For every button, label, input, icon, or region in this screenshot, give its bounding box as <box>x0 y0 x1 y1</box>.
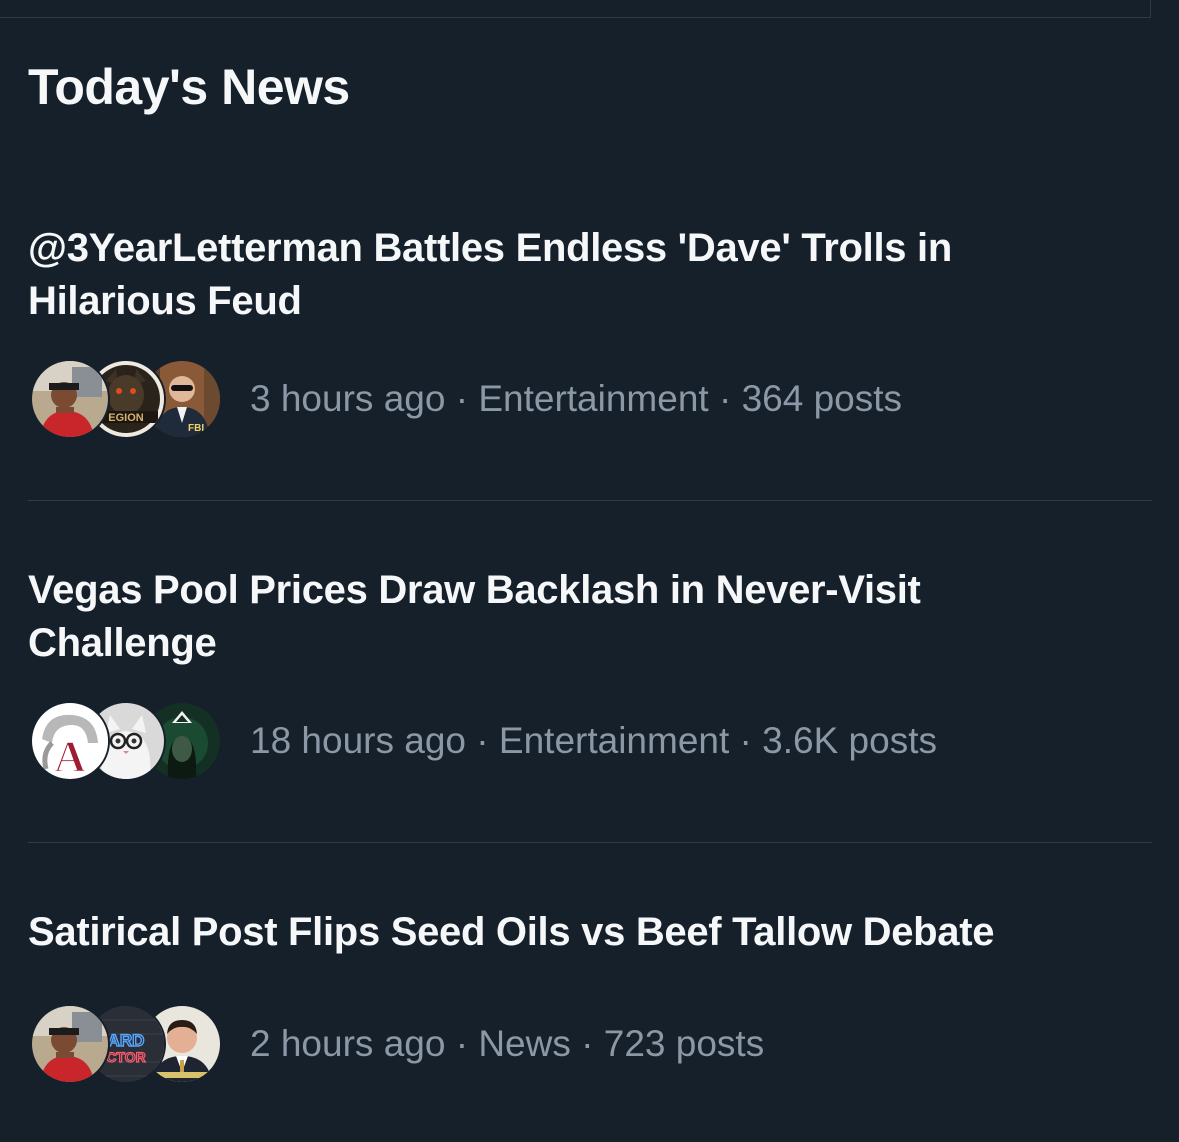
meta-separator: · <box>445 1023 479 1064</box>
avatar <box>30 1004 110 1084</box>
svg-text:ARD: ARD <box>108 1031 145 1050</box>
meta-separator: · <box>466 720 499 761</box>
svg-text:A: A <box>54 732 86 779</box>
avatar-stack: ARD CTOR <box>28 1003 224 1085</box>
meta-separator: · <box>708 378 742 419</box>
avatar: A <box>30 701 110 781</box>
news-category: Entertainment <box>498 720 730 761</box>
news-headline[interactable]: Vegas Pool Prices Draw Backlash in Never… <box>28 564 948 670</box>
top-divider <box>0 17 1151 18</box>
news-meta-row: A 18 hours ago · Entertainment · 3.6K po… <box>28 700 1152 782</box>
news-item-3[interactable]: Satirical Post Flips Seed Oils vs Beef T… <box>28 906 1152 1085</box>
svg-text:FBI: FBI <box>188 423 204 434</box>
item-divider <box>28 500 1152 501</box>
news-meta-row: EGION FBI 3 hours ago · Entertainment · … <box>28 358 1152 440</box>
avatar-stack: A <box>28 700 224 782</box>
news-post-count: 723 posts <box>603 1023 765 1064</box>
news-category: Entertainment <box>478 378 709 419</box>
item-divider <box>28 842 1152 843</box>
svg-text:CTOR: CTOR <box>106 1049 145 1065</box>
news-meta: 2 hours ago · News · 723 posts <box>250 1023 764 1065</box>
news-item-1[interactable]: @3YearLetterman Battles Endless 'Dave' T… <box>28 222 1152 440</box>
meta-separator: · <box>445 378 479 419</box>
side-divider <box>1150 0 1151 17</box>
news-meta-row: ARD CTOR 2 hours ago · News · 723 posts <box>28 1003 1152 1085</box>
news-time: 2 hours ago <box>250 1023 446 1064</box>
news-time: 3 hours ago <box>250 378 446 419</box>
news-item-2[interactable]: Vegas Pool Prices Draw Backlash in Never… <box>28 564 1152 782</box>
meta-separator: · <box>729 720 763 761</box>
news-time: 18 hours ago <box>250 720 467 761</box>
meta-separator: · <box>570 1023 604 1064</box>
news-headline[interactable]: Satirical Post Flips Seed Oils vs Beef T… <box>28 906 1152 959</box>
news-category: News <box>478 1023 571 1064</box>
avatar <box>30 359 110 439</box>
news-post-count: 3.6K posts <box>762 720 937 761</box>
news-meta: 3 hours ago · Entertainment · 364 posts <box>250 378 902 420</box>
news-post-count: 364 posts <box>741 378 903 419</box>
news-headline[interactable]: @3YearLetterman Battles Endless 'Dave' T… <box>28 222 1088 328</box>
avatar-stack: EGION FBI <box>28 358 224 440</box>
news-meta: 18 hours ago · Entertainment · 3.6K post… <box>250 720 937 762</box>
svg-text:EGION: EGION <box>108 412 144 424</box>
section-title: Today's News <box>28 59 350 115</box>
